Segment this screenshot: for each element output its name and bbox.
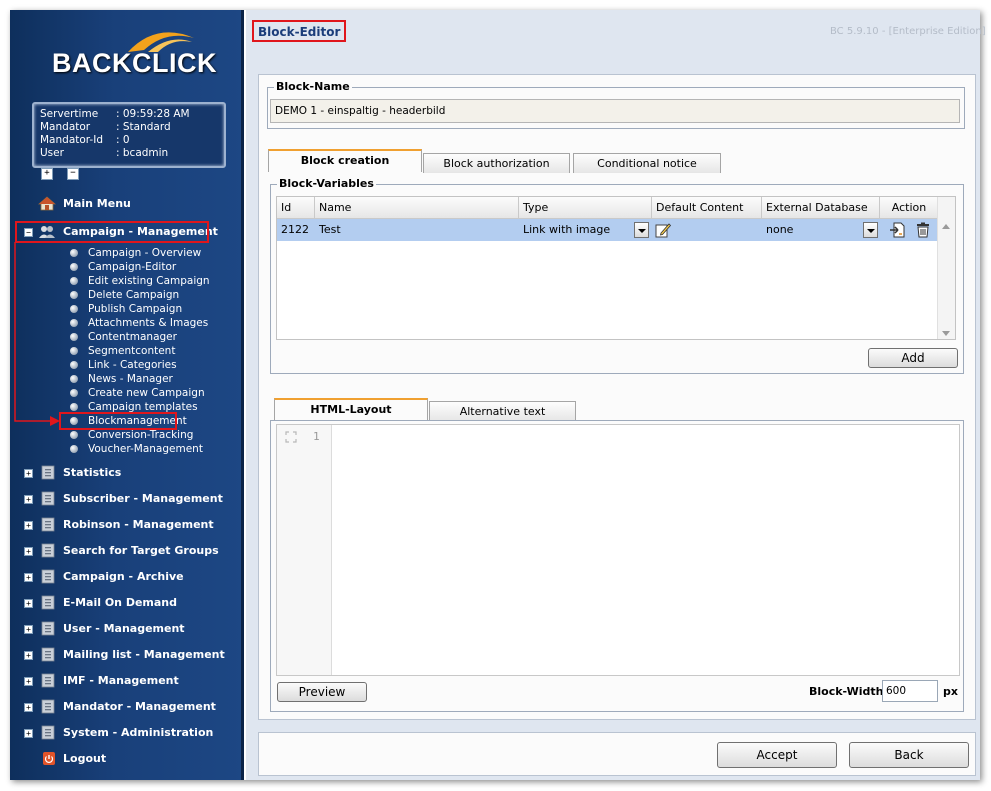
col-header-id[interactable]: Id	[277, 197, 315, 219]
folder-icon	[41, 725, 55, 740]
line-number: 1	[313, 430, 320, 443]
expand-toggle[interactable]: +	[24, 703, 33, 712]
block-width-label: Block-Width:	[809, 685, 888, 698]
bullet-icon	[70, 361, 78, 369]
editor-gutter: 1	[277, 425, 332, 675]
block-name-input[interactable]: DEMO 1 - einspaltig - headerbild	[270, 99, 960, 123]
expand-toggle[interactable]: +	[24, 599, 33, 608]
add-button[interactable]: Add	[868, 348, 958, 368]
col-header-type[interactable]: Type	[519, 197, 652, 219]
database-select[interactable]: none	[762, 219, 862, 241]
bullet-icon	[70, 347, 78, 355]
tab-block-authorization[interactable]: Block authorization	[423, 153, 570, 173]
expand-toggle[interactable]: +	[24, 521, 33, 530]
home-icon	[38, 196, 56, 211]
tab-html-layout[interactable]: HTML-Layout	[274, 398, 428, 421]
session-info-box: Servertime: 09:59:28 AM Mandator: Standa…	[32, 102, 226, 168]
expand-toggle[interactable]: +	[24, 547, 33, 556]
tab-block-creation[interactable]: Block creation	[268, 149, 422, 172]
block-width-input[interactable]: 600	[882, 680, 938, 702]
collapse-all-button[interactable]: −	[67, 168, 79, 180]
cell-name: Test	[319, 223, 341, 236]
bullet-icon	[70, 389, 78, 397]
bullet-icon	[70, 431, 78, 439]
col-header-default-content[interactable]: Default Content	[652, 197, 762, 219]
col-header-action[interactable]: Action	[880, 197, 939, 219]
expand-toggle[interactable]: +	[24, 677, 33, 686]
bullet-icon	[70, 291, 78, 299]
folder-icon	[41, 569, 55, 584]
folder-icon	[41, 647, 55, 662]
expand-all-button[interactable]: +	[41, 168, 53, 180]
scroll-down-icon[interactable]	[942, 331, 950, 337]
block-name-legend: Block-Name	[274, 80, 352, 93]
power-icon	[43, 752, 55, 765]
expand-toggle[interactable]: +	[24, 469, 33, 478]
expand-toggle[interactable]: +	[24, 573, 33, 582]
bullet-icon	[70, 249, 78, 257]
bullet-icon	[70, 333, 78, 341]
back-button[interactable]: Back	[849, 742, 969, 768]
folder-icon	[41, 699, 55, 714]
expand-toggle[interactable]: +	[24, 729, 33, 738]
logo-text: BACKCLICK	[52, 48, 217, 78]
block-variables-legend: Block-Variables	[277, 177, 376, 190]
folder-icon	[41, 543, 55, 558]
database-dropdown-button[interactable]	[863, 222, 878, 238]
scroll-up-icon[interactable]	[942, 223, 950, 229]
edit-pencil-icon[interactable]	[655, 222, 671, 238]
type-select[interactable]: Link with image	[519, 219, 635, 241]
folder-icon	[41, 491, 55, 506]
version-label: BC 5.9.10 - [Enterprise Edition]	[830, 26, 986, 37]
fullscreen-icon[interactable]	[285, 431, 297, 443]
bullet-icon	[70, 277, 78, 285]
expand-toggle[interactable]: +	[24, 651, 33, 660]
folder-icon	[41, 517, 55, 532]
tab-conditional-notice[interactable]: Conditional notice	[573, 153, 721, 173]
annotation-arrow-icon	[14, 242, 60, 426]
insert-icon[interactable]	[889, 222, 905, 238]
bullet-icon	[70, 305, 78, 313]
accept-button[interactable]: Accept	[717, 742, 837, 768]
info-mandator: Mandator: Standard	[40, 121, 171, 133]
bullet-icon	[70, 319, 78, 327]
folder-icon	[41, 465, 55, 480]
folder-icon	[41, 673, 55, 688]
preview-button[interactable]: Preview	[277, 682, 367, 702]
table-scrollbar[interactable]	[937, 197, 955, 339]
html-code-editor[interactable]: 1	[276, 424, 960, 676]
trash-icon[interactable]	[915, 222, 931, 238]
folder-icon	[41, 621, 55, 636]
expand-toggle[interactable]: +	[24, 625, 33, 634]
block-width-unit: px	[943, 685, 958, 698]
table-row[interactable]: 2122 Test Link with image none	[277, 219, 939, 241]
cell-id: 2122	[281, 223, 309, 236]
tab-alternative-text[interactable]: Alternative text	[429, 401, 576, 421]
folder-icon	[41, 595, 55, 610]
col-header-external-database[interactable]: External Database	[762, 197, 880, 219]
type-dropdown-button[interactable]	[634, 222, 649, 238]
page-title: Block-Editor	[252, 20, 347, 42]
col-header-name[interactable]: Name	[315, 197, 519, 219]
bullet-icon	[70, 445, 78, 453]
block-variables-table: Id Name Type Default Content External Da…	[276, 196, 956, 340]
bullet-icon	[70, 403, 78, 411]
highlight-blockmanagement	[59, 412, 177, 430]
bullet-icon	[70, 263, 78, 271]
info-mandator-id: Mandator-Id: 0	[40, 134, 130, 146]
bullet-icon	[70, 375, 78, 383]
backclick-logo: BACKCLICK	[46, 28, 216, 90]
info-servertime: Servertime: 09:59:28 AM	[40, 108, 190, 120]
expand-toggle[interactable]: +	[24, 495, 33, 504]
info-user: User: bcadmin	[40, 147, 169, 159]
